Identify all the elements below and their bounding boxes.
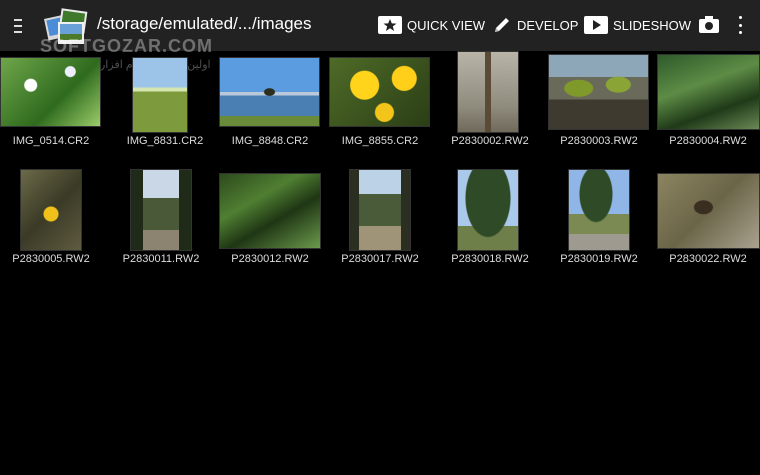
- image-tile[interactable]: P2830004.RW2: [655, 51, 760, 161]
- thumbnail: [219, 57, 320, 127]
- image-tile[interactable]: P2830011.RW2: [110, 169, 220, 279]
- develop-label: DEVELOP: [517, 17, 579, 33]
- slideshow-label: SLIDESHOW: [613, 17, 692, 33]
- image-tile[interactable]: IMG_8855.CR2: [329, 51, 439, 161]
- file-name: P2830005.RW2: [12, 253, 90, 265]
- camera-icon[interactable]: [698, 14, 720, 34]
- image-tile[interactable]: P2830003.RW2: [546, 51, 656, 161]
- quick-view-button[interactable]: QUICK VIEW: [378, 14, 485, 36]
- thumbnail: [657, 173, 760, 249]
- thumbnail: [20, 169, 82, 251]
- file-name: IMG_8855.CR2: [341, 135, 419, 147]
- thumbnail: [0, 57, 101, 127]
- thumbnail: [130, 169, 192, 251]
- thumbnail: [349, 169, 411, 251]
- thumbnail: [568, 169, 630, 251]
- file-name: P2830011.RW2: [122, 253, 200, 265]
- image-tile[interactable]: IMG_8831.CR2: [110, 51, 220, 161]
- image-tile[interactable]: P2830022.RW2: [655, 169, 760, 279]
- thumbnail: [548, 54, 649, 130]
- file-name: IMG_8848.CR2: [231, 135, 309, 147]
- image-tile[interactable]: P2830012.RW2: [219, 169, 329, 279]
- file-name: P2830003.RW2: [560, 135, 638, 147]
- slideshow-button[interactable]: SLIDESHOW: [584, 14, 691, 36]
- thumbnail: [132, 57, 188, 133]
- image-tile[interactable]: P2830005.RW2: [0, 169, 110, 279]
- thumbnail: [219, 173, 321, 249]
- folder-path: /storage/emulated/.../images: [97, 14, 312, 33]
- star-icon: [378, 16, 402, 34]
- file-name: P2830002.RW2: [451, 135, 529, 147]
- file-name: P2830018.RW2: [451, 253, 529, 265]
- image-tile[interactable]: P2830019.RW2: [546, 169, 656, 279]
- file-name: P2830022.RW2: [669, 253, 747, 265]
- image-tile[interactable]: P2830017.RW2: [329, 169, 439, 279]
- image-tile[interactable]: IMG_8848.CR2: [219, 51, 329, 161]
- thumbnail: [657, 54, 760, 130]
- file-name: P2830017.RW2: [341, 253, 419, 265]
- develop-button[interactable]: DEVELOP: [492, 14, 578, 36]
- menu-icon[interactable]: [14, 19, 22, 33]
- image-tile[interactable]: P2830018.RW2: [435, 169, 545, 279]
- file-name: P2830012.RW2: [231, 253, 309, 265]
- file-name: IMG_0514.CR2: [12, 135, 90, 147]
- file-name: P2830004.RW2: [669, 135, 747, 147]
- thumbnail: [329, 57, 430, 127]
- image-tile[interactable]: IMG_0514.CR2: [0, 51, 110, 161]
- more-vert-icon[interactable]: [735, 16, 745, 34]
- image-tile[interactable]: P2830002.RW2: [435, 51, 545, 161]
- thumbnail: [457, 51, 519, 133]
- thumbnail: [457, 169, 519, 251]
- play-icon: [584, 16, 608, 34]
- file-name: IMG_8831.CR2: [126, 135, 204, 147]
- quick-view-label: QUICK VIEW: [407, 17, 486, 33]
- pencil-icon: [492, 15, 512, 35]
- file-name: P2830019.RW2: [560, 253, 638, 265]
